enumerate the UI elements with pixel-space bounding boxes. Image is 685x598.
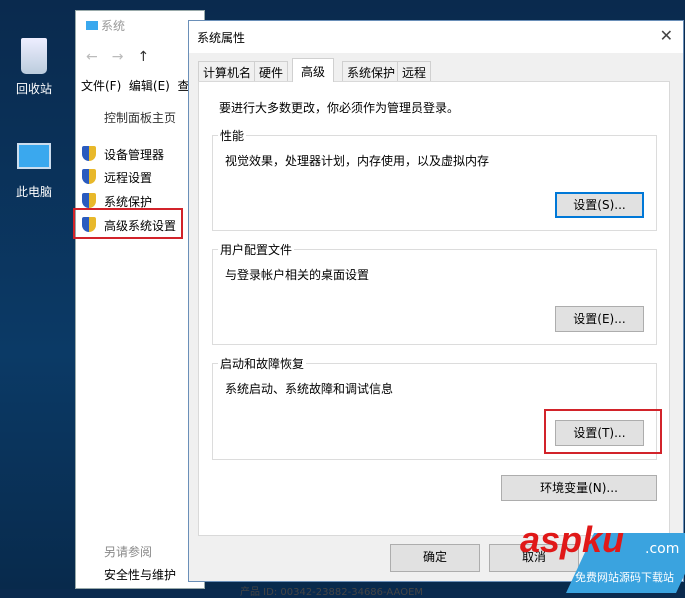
highlight-box <box>544 409 662 454</box>
link-security-maintenance[interactable]: 安全性与维护 <box>104 566 176 583</box>
ok-button[interactable]: 确定 <box>390 544 480 572</box>
tab-computer-name[interactable]: 计算机名 <box>198 61 257 81</box>
up-icon[interactable]: ↑ <box>137 49 163 65</box>
link-device-manager[interactable]: 设备管理器 <box>104 146 164 163</box>
recycle-bin-icon <box>21 38 47 74</box>
environment-variables-button[interactable]: 环境变量(N)... <box>501 475 657 501</box>
desktop-icon-recycle-bin[interactable]: 回收站 <box>6 38 62 97</box>
tab-system-protection[interactable]: 系统保护 <box>342 61 401 81</box>
shield-icon <box>82 193 96 208</box>
tab-remote[interactable]: 远程 <box>397 61 432 81</box>
desktop-icon-label: 回收站 <box>15 82 52 96</box>
window-title: 系统 <box>86 17 125 34</box>
user-profiles-group: 用户配置文件 与登录帐户相关的桌面设置 设置(E)... <box>212 241 657 345</box>
menu-bar: 文件(F) 编辑(E) 查 <box>81 77 190 94</box>
nav-buttons[interactable]: ←→↑ <box>86 49 163 65</box>
menu-edit[interactable]: 编辑(E) <box>129 79 170 93</box>
product-id-text: 产品 ID: 00342-23882-34686-AAOEM <box>240 587 424 598</box>
computer-icon <box>17 143 51 169</box>
watermark-brand: aspku <box>520 519 625 560</box>
close-icon[interactable]: ✕ <box>660 26 673 45</box>
system-properties-dialog: 系统属性 ✕ 计算机名 硬件 高级 系统保护 远程 要进行大多数更改，你必须作为… <box>188 20 684 582</box>
menu-file[interactable]: 文件(F) <box>81 79 121 93</box>
admin-note: 要进行大多数更改，你必须作为管理员登录。 <box>219 101 460 115</box>
shield-icon <box>82 169 96 184</box>
desktop-icon-this-pc[interactable]: 此电脑 <box>6 143 62 200</box>
back-icon[interactable]: ← <box>86 49 112 65</box>
tab-hardware[interactable]: 硬件 <box>254 61 289 81</box>
control-panel-home-link[interactable]: 控制面板主页 <box>104 109 176 126</box>
dialog-titlebar: 系统属性 ✕ <box>189 21 683 53</box>
shield-icon <box>82 146 96 161</box>
highlight-box <box>73 208 183 239</box>
tab-advanced[interactable]: 高级 <box>292 58 335 82</box>
see-also-heading: 另请参阅 <box>104 545 153 559</box>
performance-group: 性能 视觉效果，处理器计划，内存使用，以及虚拟内存 设置(S)... <box>212 127 657 231</box>
system-icon <box>86 21 98 30</box>
advanced-tab-panel: 要进行大多数更改，你必须作为管理员登录。 性能 视觉效果，处理器计划，内存使用，… <box>198 81 670 536</box>
system-window: 系统 ←→↑ 文件(F) 编辑(E) 查 控制面板主页 设备管理器 远程设置 系… <box>75 10 205 589</box>
forward-icon[interactable]: → <box>112 49 138 65</box>
dialog-title: 系统属性 <box>197 31 246 45</box>
desktop-icon-label: 此电脑 <box>15 185 52 199</box>
link-remote-settings[interactable]: 远程设置 <box>104 169 152 186</box>
user-profiles-settings-button[interactable]: 设置(E)... <box>555 306 644 332</box>
watermark: aspku .com 免费网站源码下载站 <box>520 519 685 593</box>
performance-settings-button[interactable]: 设置(S)... <box>555 192 644 218</box>
